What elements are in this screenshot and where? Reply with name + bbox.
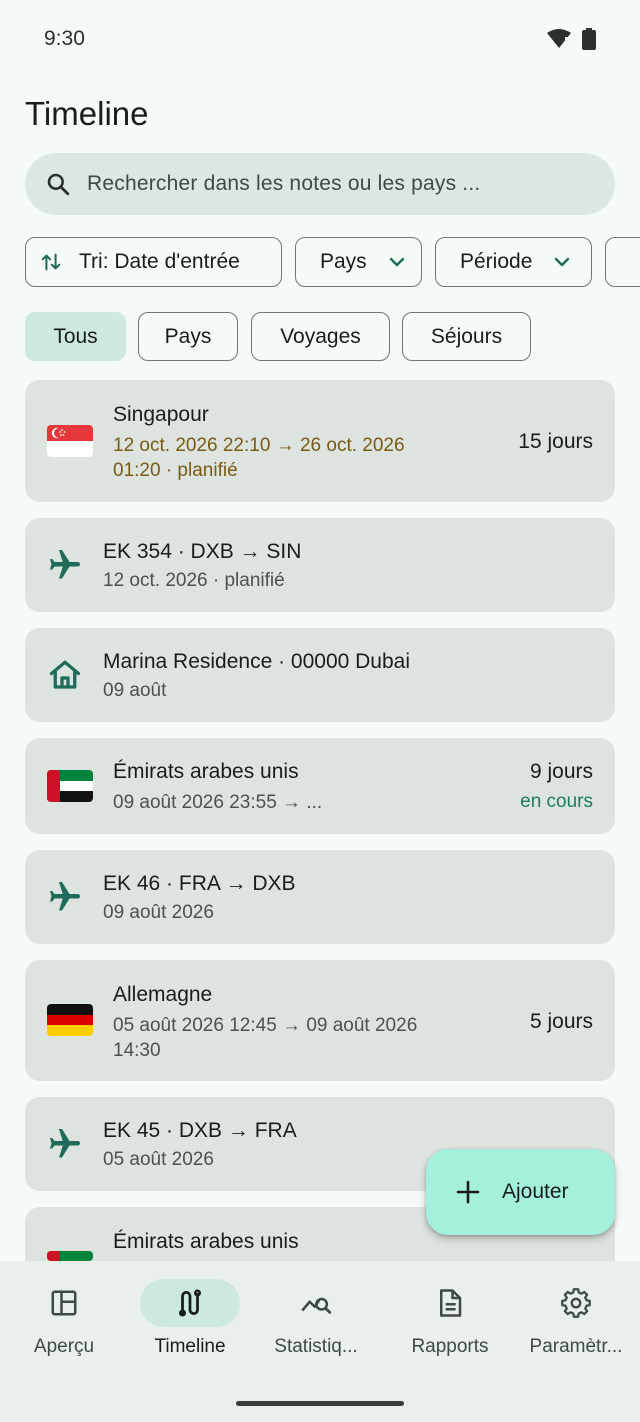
nav-timeline-label: Timeline <box>154 1336 226 1357</box>
sort-chip-label: Tri: Date d'entrée <box>79 250 240 273</box>
segment-all[interactable]: Tous <box>25 312 126 361</box>
period-chip-label: Période <box>460 250 533 273</box>
timeline-item-flight[interactable]: EK 46 · FRA → DXB 09 août 2026 <box>25 850 615 944</box>
singapore-flag-icon <box>47 425 93 457</box>
item-dates-cont: 01:20 · planifié <box>113 460 238 481</box>
chevron-down-icon <box>389 257 404 267</box>
search-icon <box>47 173 70 196</box>
item-dates: 09 août 2026 23:55 → ... <box>113 792 323 813</box>
item-duration: 5 jours <box>529 1010 593 1033</box>
item-title: Émirats arabes unis <box>113 760 299 783</box>
segment-countries[interactable]: Pays <box>138 312 238 361</box>
country-chip-label: Pays <box>320 250 367 273</box>
item-subtitle: 09 août <box>103 680 167 701</box>
chevron-down-icon <box>555 257 570 267</box>
nav-overview-pill <box>14 1279 114 1327</box>
item-title: Marina Residence · 00000 Dubai <box>103 650 411 673</box>
timeline-item-stay[interactable]: Marina Residence · 00000 Dubai 09 août <box>25 628 615 722</box>
item-title: EK 46 · FRA → DXB <box>103 872 296 895</box>
nav-overview[interactable]: Aperçu <box>0 1261 128 1381</box>
timeline-item-country[interactable]: Émirats arabes unis 09 août 2026 23:55 →… <box>25 738 615 834</box>
timeline-item-country[interactable]: Singapour 12 oct. 2026 22:10 → 26 oct. 2… <box>25 380 615 502</box>
airplane-icon <box>50 550 80 579</box>
uae-flag-icon <box>47 770 93 802</box>
battery-icon <box>582 28 596 50</box>
analytics-icon <box>301 1297 332 1314</box>
type-segments: Tous Pays Voyages Séjours <box>25 312 625 362</box>
bottom-navigation: Aperçu Timeline Statistiq... Rapports Pa… <box>0 1261 640 1422</box>
sort-chip[interactable]: Tri: Date d'entrée <box>25 237 282 287</box>
sort-icon <box>41 253 61 271</box>
route-icon <box>178 1289 202 1317</box>
segment-stays[interactable]: Séjours <box>402 312 531 361</box>
nav-reports-pill <box>400 1279 500 1327</box>
more-filter-chip[interactable] <box>605 237 640 287</box>
item-subtitle: 05 août 2026 <box>103 1149 214 1170</box>
wifi-icon <box>547 29 571 48</box>
nav-settings-label: Paramètr... <box>529 1336 623 1357</box>
page-title: Timeline <box>25 95 149 132</box>
item-duration: 9 jours <box>529 760 593 783</box>
item-dates: 12 oct. 2026 22:10 → 26 oct. 2026 <box>113 435 405 456</box>
item-title: Allemagne <box>113 983 213 1006</box>
status-bar: 9:30 <box>0 0 640 78</box>
airplane-icon <box>50 882 80 911</box>
item-dates: 05 août 2026 12:45 → 09 août 2026 <box>113 1015 418 1036</box>
item-title: EK 45 · DXB → FRA <box>103 1119 297 1142</box>
item-duration: 15 jours <box>518 430 593 453</box>
add-button-label: Ajouter <box>502 1180 569 1203</box>
nav-overview-label: Aperçu <box>33 1336 95 1357</box>
uae-flag-icon <box>47 1251 93 1261</box>
filter-chip-row: Tri: Date d'entrée Pays Période <box>25 237 640 287</box>
nav-reports-label: Rapports <box>411 1336 489 1357</box>
item-title: Singapour <box>113 403 209 426</box>
plus-icon <box>456 1180 480 1204</box>
status-time: 9:30 <box>44 27 85 50</box>
gear-icon <box>561 1288 591 1318</box>
home-icon <box>49 660 81 689</box>
nav-statistics-pill <box>266 1279 366 1327</box>
item-title: Émirats arabes unis <box>113 1230 299 1253</box>
nav-statistics[interactable]: Statistiq... <box>252 1261 380 1381</box>
item-subtitle: 12 oct. 2026 · planifié <box>103 570 285 591</box>
nav-statistics-label: Statistiq... <box>274 1336 358 1357</box>
segment-trips[interactable]: Voyages <box>251 312 390 361</box>
item-dates-cont: 14:30 <box>113 1040 161 1061</box>
airplane-icon <box>50 1129 80 1158</box>
nav-timeline[interactable]: Timeline <box>126 1261 254 1381</box>
country-filter-chip[interactable]: Pays <box>295 237 422 287</box>
timeline-item-country[interactable]: Allemagne 05 août 2026 12:45 → 09 août 2… <box>25 960 615 1081</box>
item-subtitle: 09 août 2026 <box>103 902 214 923</box>
nav-settings-pill <box>526 1279 626 1327</box>
item-status: en cours <box>520 791 593 812</box>
home-indicator[interactable] <box>236 1401 404 1406</box>
germany-flag-icon <box>47 1004 93 1036</box>
period-filter-chip[interactable]: Période <box>435 237 592 287</box>
nav-settings[interactable]: Paramètr... <box>512 1261 640 1381</box>
nav-reports[interactable]: Rapports <box>386 1261 514 1381</box>
dashboard-icon <box>51 1290 77 1316</box>
search-input[interactable]: Rechercher dans les notes ou les pays ..… <box>87 172 480 196</box>
status-icons <box>546 28 596 50</box>
item-title: EK 354 · DXB → SIN <box>103 540 302 563</box>
timeline-item-flight[interactable]: EK 354 · DXB → SIN 12 oct. 2026 · planif… <box>25 518 615 612</box>
nav-timeline-pill <box>140 1279 240 1327</box>
add-button[interactable]: Ajouter <box>426 1149 615 1235</box>
document-icon <box>440 1289 462 1317</box>
search-bar[interactable]: Rechercher dans les notes ou les pays ..… <box>25 153 615 215</box>
